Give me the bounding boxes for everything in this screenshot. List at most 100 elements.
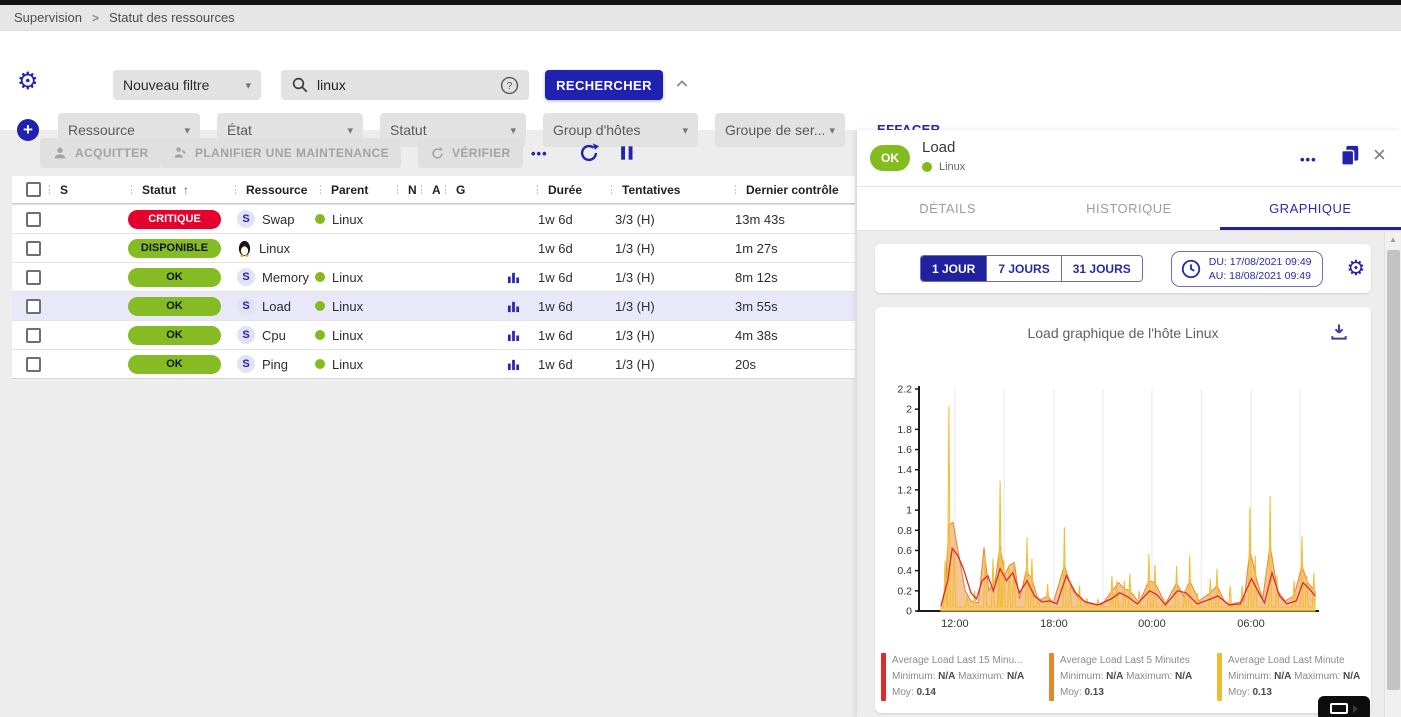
- row-checkbox[interactable]: [26, 357, 41, 372]
- panel-scrollbar[interactable]: ▲: [1384, 232, 1401, 717]
- breadcrumb-item[interactable]: Supervision: [14, 10, 82, 25]
- status-cell: CRITIQUE: [126, 210, 230, 229]
- resource-cell[interactable]: S Ping: [230, 355, 315, 373]
- column-header-tentatives[interactable]: ⋮Tentatives: [606, 183, 730, 197]
- resource-name[interactable]: Load: [262, 299, 291, 314]
- table-row[interactable]: OKSLoadLinux1w 6d1/3 (H)3m 55s: [12, 291, 855, 320]
- check-button[interactable]: VÉRIFIER: [418, 138, 523, 168]
- column-header-ressource[interactable]: ⋮Ressource: [230, 183, 315, 197]
- legend-item[interactable]: Average Load Last MinuteMinimum: N/A Max…: [1217, 653, 1380, 701]
- resource-cell[interactable]: SMemory: [230, 268, 315, 286]
- help-icon[interactable]: ?: [500, 76, 519, 95]
- column-header-parent[interactable]: ⋮Parent: [315, 183, 392, 197]
- parent-cell[interactable]: Linux: [315, 212, 392, 227]
- table-row[interactable]: OKSCpuLinux1w 6d1/3 (H)4m 38s: [12, 320, 855, 349]
- graph-available-icon[interactable]: [507, 300, 520, 313]
- panel-more-icon[interactable]: •••: [1300, 152, 1317, 167]
- select-all-checkbox[interactable]: [26, 182, 41, 197]
- parent-name[interactable]: Linux: [332, 299, 363, 314]
- scroll-up-arrow-icon[interactable]: ▲: [1385, 232, 1401, 248]
- resource-cell[interactable]: SLoad: [230, 297, 315, 315]
- graph-icon-wrap[interactable]: [507, 329, 520, 342]
- resource-cell[interactable]: SSwap: [230, 210, 315, 228]
- custom-date-range[interactable]: DU: 17/08/2021 09:49 AU: 18/08/2021 09:4…: [1171, 251, 1323, 287]
- tab-graphique[interactable]: GRAPHIQUE: [1220, 187, 1401, 230]
- graph-available-icon[interactable]: [507, 329, 520, 342]
- time-button-31-jours[interactable]: 31 JOURS: [1061, 256, 1142, 281]
- download-icon[interactable]: [1329, 322, 1349, 342]
- tab-historique[interactable]: HISTORIQUE: [1038, 187, 1219, 230]
- legend-series-name: Average Load Last 5 Minutes: [1060, 653, 1192, 669]
- table-row[interactable]: OKSMemoryLinux1w 6d1/3 (H)8m 12s: [12, 262, 855, 291]
- tab-dtails[interactable]: DÉTAILS: [857, 187, 1038, 230]
- acknowledge-button[interactable]: ACQUITTER: [40, 138, 161, 168]
- settings-gear-icon[interactable]: ⚙: [17, 71, 39, 93]
- search-button[interactable]: RECHERCHER: [545, 70, 663, 100]
- search-box[interactable]: ?: [281, 70, 529, 100]
- load-chart[interactable]: 00.20.40.60.811.21.41.61.822.212:0018:00…: [887, 379, 1357, 641]
- row-checkbox[interactable]: [26, 212, 41, 227]
- column-header-statut[interactable]: ⋮Statut↑: [126, 183, 230, 197]
- graph-available-icon[interactable]: [507, 358, 520, 371]
- copy-link-icon[interactable]: [1339, 144, 1361, 168]
- parent-name[interactable]: Linux: [332, 270, 363, 285]
- parent-name[interactable]: Linux: [332, 357, 363, 372]
- resource-name[interactable]: Cpu: [262, 328, 286, 343]
- status-badge[interactable]: DISPONIBLE: [128, 239, 221, 258]
- graph-card: Load graphique de l'hôte Linux 00.20.40.…: [875, 307, 1371, 713]
- table-row[interactable]: OKSPingLinux1w 6d1/3 (H)20s: [12, 349, 855, 378]
- table-row[interactable]: DISPONIBLELinux1w 6d1/3 (H)1m 27s: [12, 233, 855, 262]
- row-checkbox[interactable]: [26, 241, 41, 256]
- column-header-n[interactable]: ⋮N: [392, 183, 416, 197]
- status-badge[interactable]: CRITIQUE: [128, 210, 221, 229]
- status-badge[interactable]: OK: [128, 297, 221, 316]
- row-checkbox[interactable]: [26, 328, 41, 343]
- graph-icon-wrap[interactable]: [507, 358, 520, 371]
- column-header-dernier-contr-le[interactable]: ⋮Dernier contrôle: [730, 183, 855, 197]
- resource-name[interactable]: Memory: [262, 270, 309, 285]
- graph-icon-wrap[interactable]: [507, 300, 520, 313]
- parent-cell[interactable]: Linux: [315, 270, 392, 285]
- row-checkbox[interactable]: [26, 270, 41, 285]
- column-header-s[interactable]: ⋮S: [44, 183, 126, 197]
- time-button-7-jours[interactable]: 7 JOURS: [986, 256, 1060, 281]
- scrollbar-thumb[interactable]: [1387, 250, 1400, 690]
- schedule-maintenance-button[interactable]: PLANIFIER UNE MAINTENANCE: [160, 138, 401, 168]
- saved-filter-select[interactable]: Nouveau filtre ▾: [113, 70, 261, 100]
- legend-item[interactable]: Average Load Last 15 Minu...Minimum: N/A…: [881, 653, 1044, 701]
- parent-cell[interactable]: Linux: [315, 299, 392, 314]
- status-badge[interactable]: OK: [128, 326, 221, 345]
- refresh-icon[interactable]: [578, 142, 600, 164]
- collapse-chevron-up-icon[interactable]: [674, 76, 690, 92]
- resource-cell[interactable]: Linux: [230, 240, 315, 257]
- status-badge[interactable]: OK: [128, 268, 221, 287]
- resource-cell[interactable]: SCpu: [230, 326, 315, 344]
- parent-cell[interactable]: Linux: [315, 357, 392, 372]
- screen-capture-overlay-icon[interactable]: [1318, 696, 1370, 717]
- parent-name[interactable]: Linux: [332, 328, 363, 343]
- graph-settings-gear-icon[interactable]: ⚙: [1347, 258, 1366, 280]
- graph-icon-wrap[interactable]: [507, 271, 520, 284]
- parent-name[interactable]: Linux: [332, 212, 363, 227]
- column-header-dur-e[interactable]: ⋮Durée: [532, 183, 606, 197]
- row-checkbox[interactable]: [26, 299, 41, 314]
- status-badge[interactable]: OK: [128, 355, 221, 374]
- pause-icon[interactable]: [617, 143, 637, 163]
- parent-cell[interactable]: Linux: [315, 328, 392, 343]
- breadcrumb-item[interactable]: Statut des ressources: [109, 10, 235, 25]
- column-header-a[interactable]: ⋮A: [416, 183, 440, 197]
- table-row[interactable]: CRITIQUESSwapLinux1w 6d3/3 (H)13m 43s: [12, 204, 855, 233]
- search-input[interactable]: [317, 77, 500, 93]
- column-header-label: Dernier contrôle: [746, 183, 839, 197]
- close-icon[interactable]: ×: [1373, 142, 1386, 168]
- legend-item[interactable]: Average Load Last 5 MinutesMinimum: N/A …: [1049, 653, 1212, 701]
- service-icon: S: [237, 355, 255, 373]
- resource-name[interactable]: Swap: [262, 212, 295, 227]
- graph-available-icon[interactable]: [507, 271, 520, 284]
- resource-name[interactable]: Linux: [259, 241, 290, 256]
- time-button-1-jour[interactable]: 1 JOUR: [921, 256, 986, 281]
- column-header-label: Statut: [142, 183, 176, 197]
- column-header-g[interactable]: ⋮G: [440, 183, 532, 197]
- resource-name[interactable]: Ping: [262, 357, 288, 372]
- more-actions-icon[interactable]: •••: [531, 146, 548, 161]
